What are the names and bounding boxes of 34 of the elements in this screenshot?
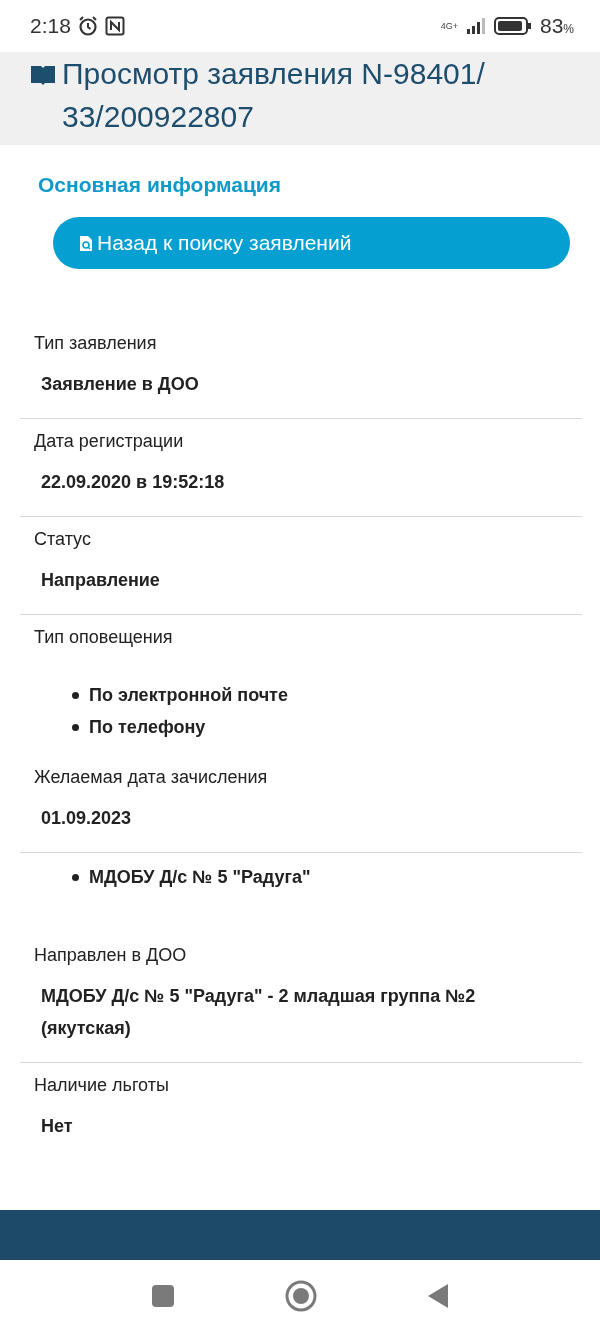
field-label: Тип оповещения (34, 626, 174, 649)
field-label: Направлен в ДОО (34, 944, 188, 967)
field-label: Наличие льготы (34, 1074, 170, 1097)
back-button[interactable]: Назад к поиску заявлений (53, 217, 570, 269)
alarm-clock-icon (76, 15, 99, 37)
document-search-icon (79, 234, 93, 252)
field-label: Статус (34, 528, 92, 551)
list-item: По электронной почте (89, 684, 288, 707)
battery-icon (493, 17, 532, 35)
battery-percent: 83% (539, 14, 574, 38)
signal-icon (465, 18, 486, 34)
field-value: 22.09.2020 в 19:52:18 (40, 471, 226, 494)
field-label: Дата регистрации (34, 430, 185, 453)
field-value: Нет (40, 1115, 74, 1138)
book-icon (30, 63, 56, 85)
field-value: 01.09.2023 (40, 807, 133, 830)
bullet-icon (72, 874, 79, 881)
list-item: По телефону (89, 716, 206, 739)
bullet-icon (72, 692, 79, 699)
field-label: Желаемая дата зачисления (34, 766, 269, 789)
home-button[interactable] (285, 1280, 317, 1312)
field-value: МДОБУ Д/с № 5 "Радуга" - 2 младшая группа №2 (якутская) (40, 985, 477, 1040)
back-nav-button[interactable] (427, 1283, 449, 1309)
field-value: Направление (40, 569, 161, 592)
recent-apps-button[interactable] (151, 1284, 175, 1308)
page-title: Просмотр заявления N-98401/ 33/200922807 (62, 56, 486, 135)
list-item: МДОБУ Д/с № 5 "Радуга" (89, 866, 311, 889)
field-value: Заявление в ДОО (40, 373, 200, 396)
nfc-icon (104, 16, 125, 36)
section-title: Основная информация (38, 173, 282, 197)
bullet-icon (72, 724, 79, 731)
network-type: 4G+ (440, 21, 458, 31)
field-label: Тип заявления (34, 332, 158, 355)
clock-time: 2:18 (30, 14, 71, 38)
